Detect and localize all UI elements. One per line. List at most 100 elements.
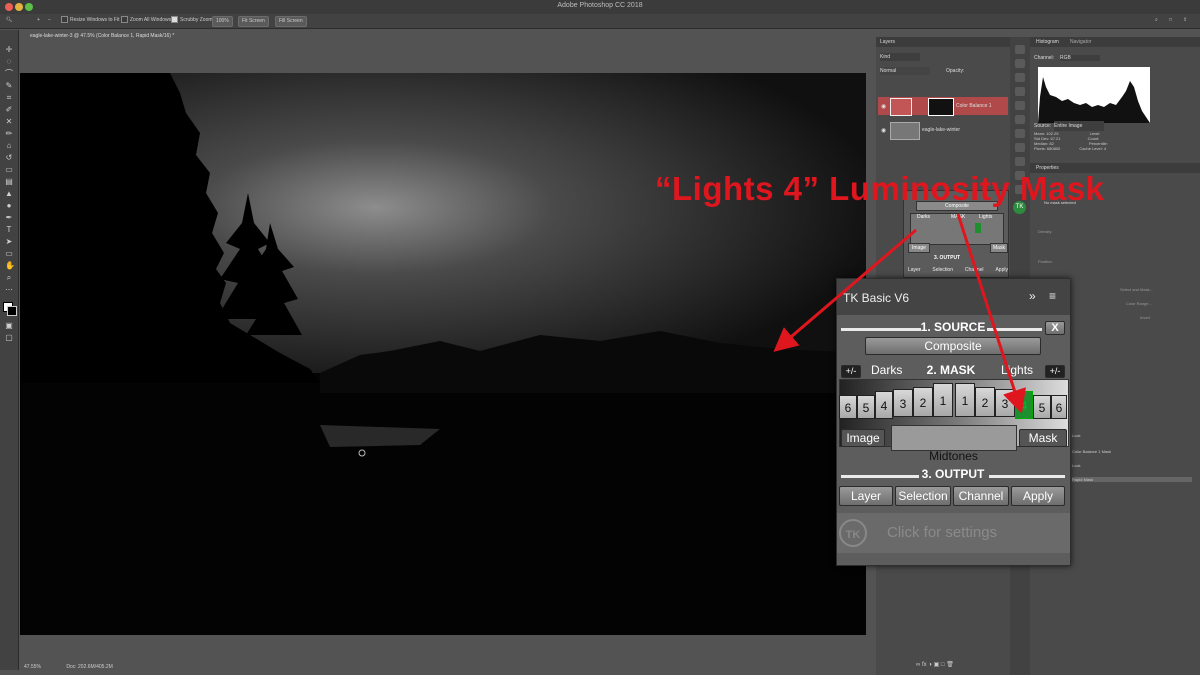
channel-item-lock[interactable]: Lock xyxy=(1072,463,1080,468)
lights-5-button[interactable]: 5 xyxy=(1033,395,1051,419)
darks-5-button[interactable]: 5 xyxy=(857,395,875,419)
darks-3-button[interactable]: 3 xyxy=(893,389,913,417)
fill-screen-button[interactable]: Fill Screen xyxy=(275,16,307,27)
eye-icon[interactable]: ◉ xyxy=(881,103,886,110)
image-canvas[interactable] xyxy=(20,73,866,635)
color-range-button[interactable]: Color Range... xyxy=(1126,299,1152,309)
actions-icon[interactable] xyxy=(1015,129,1025,138)
zoom-tool-icon[interactable]: 🔍︎ xyxy=(3,16,15,25)
darks-2-button[interactable]: 2 xyxy=(913,387,933,417)
collapse-icon[interactable]: » xyxy=(1029,289,1036,303)
darks-plusminus-button[interactable]: +/- xyxy=(841,365,861,378)
marquee-tool-icon[interactable]: ◌ xyxy=(5,58,13,66)
midtones-bar[interactable] xyxy=(891,425,1017,451)
source-select[interactable]: Entire Image xyxy=(1054,121,1104,131)
history-icon[interactable] xyxy=(1015,115,1025,124)
type-tool-icon[interactable]: T xyxy=(5,226,13,234)
lasso-tool-icon[interactable]: ⌒ xyxy=(5,70,13,78)
lights-2-button[interactable]: 2 xyxy=(975,387,995,417)
settings-bar[interactable]: TK Click for settings xyxy=(837,513,1070,553)
crop-tool-icon[interactable]: ⌗ xyxy=(5,94,13,102)
history-brush-tool-icon[interactable]: ↺ xyxy=(5,154,13,162)
zoom-out-icon[interactable]: − xyxy=(45,16,54,25)
mini-mask-button[interactable]: Mask xyxy=(990,243,1008,253)
lights-6-button[interactable]: 6 xyxy=(1051,395,1067,419)
screen-mode-icon[interactable]: ▢ xyxy=(5,334,13,342)
lights-1-button[interactable]: 1 xyxy=(955,383,975,417)
search-icon[interactable]: ⌕ xyxy=(1152,16,1161,25)
eraser-tool-icon[interactable]: ▭ xyxy=(5,166,13,174)
tk-close-button[interactable]: X xyxy=(1045,321,1065,335)
composite-button[interactable]: Composite xyxy=(865,337,1041,355)
darks-4-button[interactable]: 4 xyxy=(875,391,893,419)
scrubby-zoom-checkbox[interactable]: Scrubby Zoom xyxy=(168,16,216,25)
tab-histogram[interactable]: Histogram xyxy=(1036,37,1059,47)
move-tool-icon[interactable]: ✛ xyxy=(5,46,13,54)
brush-preset-icon[interactable] xyxy=(1015,101,1025,110)
share-icon[interactable]: ⇪ xyxy=(1180,16,1190,25)
shape-tool-icon[interactable]: ▭ xyxy=(5,250,13,258)
fit-screen-button[interactable]: Fit Screen xyxy=(238,16,269,27)
zoom-in-icon[interactable]: + xyxy=(34,16,43,25)
quick-mask-icon[interactable]: ▣ xyxy=(5,322,13,330)
darks-6-button[interactable]: 6 xyxy=(839,395,857,419)
selection-button[interactable]: Selection xyxy=(895,486,951,506)
styles-icon[interactable] xyxy=(1015,157,1025,166)
gradient-tool-icon[interactable]: ▤ xyxy=(5,178,13,186)
mask-button[interactable]: Mask xyxy=(1019,429,1067,447)
image-button[interactable]: Image xyxy=(841,429,885,447)
zoom-value-button[interactable]: 100% xyxy=(212,16,233,27)
channel-button[interactable]: Channel xyxy=(953,486,1009,506)
color-icon[interactable] xyxy=(1015,73,1025,82)
channel-select[interactable]: RGB xyxy=(1060,55,1100,61)
dodge-tool-icon[interactable]: ● xyxy=(5,202,13,210)
pen-tool-icon[interactable]: ✒ xyxy=(5,214,13,222)
mini-image-button[interactable]: Image xyxy=(908,243,930,253)
panel-menu-icon[interactable]: ≡ xyxy=(1049,289,1056,303)
color-swatches[interactable] xyxy=(3,302,17,316)
select-mask-button[interactable]: Select and Mask... xyxy=(1120,285,1153,295)
path-select-tool-icon[interactable]: ➤ xyxy=(5,238,13,246)
mini-layer-button[interactable]: Layer xyxy=(908,267,921,273)
eye-icon[interactable]: ◉ xyxy=(881,127,886,134)
workspace-icon[interactable]: □ xyxy=(1166,16,1175,25)
channel-item-color-balance-mask[interactable]: Color Balance 1 Mask xyxy=(1072,449,1111,454)
stamp-tool-icon[interactable]: ⌂ xyxy=(5,142,13,150)
brush-tool-icon[interactable]: ✏ xyxy=(5,130,13,138)
histogram-icon[interactable] xyxy=(1015,45,1025,54)
hand-tool-icon[interactable]: ✋ xyxy=(5,262,15,270)
invert-button[interactable]: Invert xyxy=(1140,313,1150,323)
apply-button[interactable]: Apply xyxy=(1011,486,1065,506)
layers-footer-icons[interactable]: ∞ fx ◑ ▣ □ 🗑︎ xyxy=(916,661,1010,671)
zoom-all-checkbox[interactable]: Zoom All Windows xyxy=(118,16,174,25)
blur-tool-icon[interactable]: ▲ xyxy=(5,190,13,198)
layer-button[interactable]: Layer xyxy=(839,486,893,506)
lights-3-button[interactable]: 3 xyxy=(995,389,1015,417)
resize-windows-checkbox[interactable]: Resize Windows to Fit xyxy=(58,16,122,25)
lights-4-button[interactable]: 4 xyxy=(1015,391,1033,419)
mini-apply-button[interactable]: Apply xyxy=(995,267,1008,273)
mini-lights-4-button[interactable] xyxy=(975,223,981,233)
darks-1-button[interactable]: 1 xyxy=(933,383,953,417)
channel-item-partial[interactable]: Lock xyxy=(1072,433,1080,438)
zoom-tool-side-icon[interactable]: ⌕ xyxy=(5,274,13,282)
zoom-level[interactable]: 47.55% xyxy=(24,664,41,670)
layer-row-background[interactable]: ◉ eagle-lake-winter xyxy=(878,121,1008,140)
channel-item-rapid-mask[interactable]: Rapid Mask xyxy=(1072,477,1192,482)
lights-plusminus-button[interactable]: +/- xyxy=(1045,365,1065,378)
info-icon[interactable] xyxy=(1015,59,1025,68)
document-tab[interactable]: eagle-lake-winter-3 @ 47.5% (Color Balan… xyxy=(20,30,220,42)
tab-layers[interactable]: Layers xyxy=(880,37,895,47)
doc-info[interactable]: Doc: 202.6M/405.2M xyxy=(66,664,112,670)
layer-row-color-balance[interactable]: ◉ Color Balance 1 xyxy=(878,97,1008,116)
quick-select-tool-icon[interactable]: ✎ xyxy=(5,82,13,90)
adjustments-icon[interactable] xyxy=(1015,143,1025,152)
more-tools-icon[interactable]: ⋯ xyxy=(5,286,13,294)
tab-navigator[interactable]: Navigator xyxy=(1070,37,1091,47)
mini-selection-button[interactable]: Selection xyxy=(932,267,953,273)
blend-mode-select[interactable]: Normal xyxy=(880,67,930,75)
layer-filter-kind[interactable]: Kind xyxy=(880,53,920,61)
healing-tool-icon[interactable]: ✕ xyxy=(5,118,13,126)
eyedropper-tool-icon[interactable]: ✐ xyxy=(5,106,13,114)
mini-channel-button[interactable]: Channel xyxy=(965,267,984,273)
